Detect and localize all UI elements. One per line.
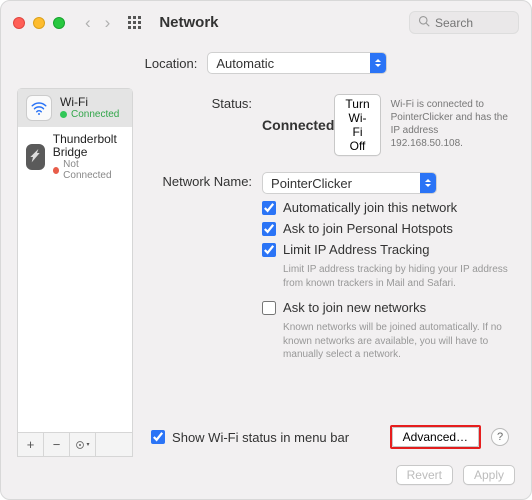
- services-sidebar: Wi-Fi Connected Thunderbolt Bridge Not C…: [17, 88, 133, 457]
- chevron-updown-icon: [420, 173, 436, 193]
- status-value: Connected: [262, 117, 334, 133]
- apply-button[interactable]: Apply: [463, 465, 515, 485]
- minimize-window-icon[interactable]: [33, 17, 45, 29]
- checkbox-input[interactable]: [262, 222, 276, 236]
- location-value: Automatic: [208, 56, 282, 71]
- sidebar-item-wifi[interactable]: Wi-Fi Connected: [18, 89, 132, 127]
- sidebar-item-status: Not Connected: [53, 159, 124, 181]
- sidebar-item-label: Thunderbolt Bridge: [53, 133, 124, 159]
- content: Wi-Fi Connected Thunderbolt Bridge Not C…: [1, 88, 531, 457]
- close-window-icon[interactable]: [13, 17, 25, 29]
- traffic-lights: [13, 17, 65, 29]
- ask-hotspot-checkbox[interactable]: Ask to join Personal Hotspots: [262, 221, 513, 236]
- checkbox-input[interactable]: [151, 430, 165, 444]
- nav-arrows: ‹ ›: [85, 13, 110, 33]
- wifi-icon: [26, 95, 52, 121]
- status-dot-icon: [53, 167, 59, 174]
- forward-icon: ›: [105, 13, 111, 33]
- network-prefs-window: ‹ › Network Location: Automatic: [0, 0, 532, 500]
- checkbox-input[interactable]: [262, 243, 276, 257]
- checkbox-input[interactable]: [262, 301, 276, 315]
- search-field[interactable]: [409, 11, 519, 34]
- sidebar-footer: + − ▾: [18, 432, 132, 456]
- services-list: Wi-Fi Connected Thunderbolt Bridge Not C…: [18, 89, 132, 432]
- ask-new-description: Known networks will be joined automatica…: [283, 321, 513, 362]
- network-name-value: PointerClicker: [263, 176, 360, 191]
- bottom-row: Show Wi-Fi status in menu bar Advanced… …: [147, 425, 513, 457]
- help-button[interactable]: ?: [491, 428, 509, 446]
- titlebar: ‹ › Network: [1, 1, 531, 42]
- search-input[interactable]: [435, 16, 510, 30]
- status-row: Status: Connected Turn Wi-Fi Off Wi-Fi i…: [147, 94, 513, 156]
- sidebar-item-thunderbolt[interactable]: Thunderbolt Bridge Not Connected: [18, 127, 132, 187]
- checkbox-label: Ask to join new networks: [283, 300, 426, 315]
- window-title: Network: [159, 14, 218, 31]
- main-panel: Status: Connected Turn Wi-Fi Off Wi-Fi i…: [143, 88, 517, 457]
- limit-ip-description: Limit IP address tracking by hiding your…: [283, 263, 513, 290]
- wifi-off-button[interactable]: Turn Wi-Fi Off: [334, 94, 380, 156]
- network-name-label: Network Name:: [147, 172, 252, 194]
- checkbox-label: Show Wi-Fi status in menu bar: [172, 430, 349, 445]
- limit-ip-checkbox[interactable]: Limit IP Address Tracking: [262, 242, 513, 257]
- add-service-button[interactable]: +: [18, 433, 44, 456]
- status-description: Wi-Fi is connected to PointerClicker and…: [391, 98, 513, 150]
- sidebar-item-label: Wi-Fi: [60, 96, 119, 109]
- advanced-highlight: Advanced…: [390, 425, 481, 449]
- location-select[interactable]: Automatic: [207, 52, 387, 74]
- advanced-button[interactable]: Advanced…: [392, 427, 479, 447]
- location-row: Location: Automatic: [1, 42, 531, 88]
- back-icon[interactable]: ‹: [85, 13, 91, 33]
- options-block: Automatically join this network Ask to j…: [262, 200, 513, 372]
- checkbox-label: Automatically join this network: [283, 200, 457, 215]
- revert-button[interactable]: Revert: [396, 465, 453, 485]
- ask-new-checkbox[interactable]: Ask to join new networks: [262, 300, 513, 315]
- network-name-select[interactable]: PointerClicker: [262, 172, 437, 194]
- show-all-icon[interactable]: [128, 16, 141, 29]
- show-status-checkbox[interactable]: Show Wi-Fi status in menu bar: [151, 430, 349, 445]
- remove-service-button[interactable]: −: [44, 433, 70, 456]
- sidebar-item-status: Connected: [60, 109, 119, 120]
- network-name-row: Network Name: PointerClicker: [147, 172, 513, 194]
- status-dot-icon: [60, 111, 67, 118]
- chevron-updown-icon: [370, 53, 386, 73]
- checkbox-label: Limit IP Address Tracking: [283, 242, 429, 257]
- chevron-down-icon: ▾: [86, 441, 89, 448]
- zoom-window-icon[interactable]: [53, 17, 65, 29]
- thunderbolt-icon: [26, 144, 45, 170]
- search-icon: [418, 15, 430, 30]
- auto-join-checkbox[interactable]: Automatically join this network: [262, 200, 513, 215]
- location-label: Location:: [145, 56, 198, 71]
- footer-buttons: Revert Apply: [1, 457, 531, 499]
- sidebar-actions-menu[interactable]: ▾: [70, 433, 96, 456]
- status-label: Status:: [147, 94, 252, 156]
- checkbox-input[interactable]: [262, 201, 276, 215]
- checkbox-label: Ask to join Personal Hotspots: [283, 221, 453, 236]
